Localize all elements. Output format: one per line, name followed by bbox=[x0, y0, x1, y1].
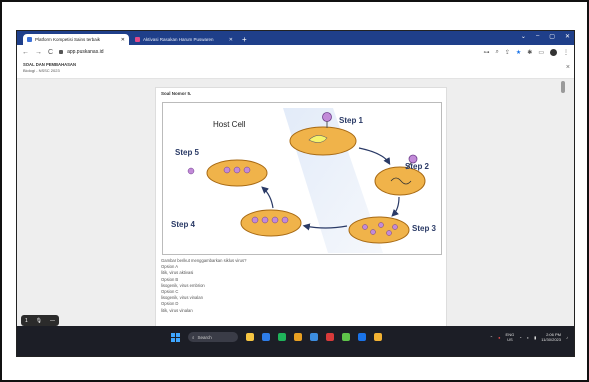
windows-taskbar: ⌕ Search ⌃ ● ENG US ◔ ◖ ▮ 2:06 PM 11/30/… bbox=[17, 326, 574, 356]
reload-button[interactable]: C bbox=[48, 49, 53, 56]
question-card: Soal Nomor 5. Host Cell Step 1 Step 2 St… bbox=[155, 87, 447, 332]
chrome-app-icon[interactable] bbox=[278, 333, 286, 341]
step-4-label: Step 4 bbox=[171, 220, 196, 229]
tab-close-icon[interactable]: ✕ bbox=[121, 37, 125, 43]
search-icon: ⌕ bbox=[192, 334, 195, 340]
phage-icon bbox=[322, 112, 332, 122]
cycle-arrow bbox=[358, 147, 391, 166]
step-2-label: Step 2 bbox=[405, 162, 430, 171]
language-indicator[interactable]: ENG US bbox=[506, 332, 515, 342]
browser-tab-strip: Platform Kompetisi Sains terbaik ✕ Aktiv… bbox=[17, 31, 574, 45]
cell-step-3 bbox=[348, 216, 410, 244]
profile-avatar[interactable] bbox=[550, 48, 557, 56]
cell-step-4 bbox=[240, 209, 302, 237]
close-icon[interactable]: × bbox=[566, 64, 570, 71]
taskbar-search[interactable]: ⌕ Search bbox=[188, 332, 238, 342]
minimize-button[interactable]: – bbox=[536, 33, 539, 40]
toolbar-actions: ⊶ ⌕ ⇪ ★ ✱ ▭ ⋮ bbox=[484, 48, 569, 56]
page-indicator: 1 bbox=[24, 317, 28, 324]
tab-favicon bbox=[135, 37, 140, 42]
notification-bell-icon[interactable]: ♪ bbox=[566, 335, 568, 340]
tray-app-icon[interactable]: ● bbox=[498, 335, 500, 340]
step-3-label: Step 3 bbox=[412, 224, 437, 233]
chevron-up-icon[interactable]: ⌃ bbox=[490, 335, 493, 340]
virus-cycle-diagram: Host Cell Step 1 Step 2 Step 3 Step 4 St… bbox=[162, 102, 442, 255]
diagram-svg: Host Cell Step 1 Step 2 Step 3 Step 4 St… bbox=[171, 108, 437, 253]
step-1-label: Step 1 bbox=[339, 116, 364, 125]
scrollbar-thumb[interactable] bbox=[561, 81, 565, 93]
battery-icon[interactable]: ▮ bbox=[534, 335, 536, 340]
task-view-icon[interactable] bbox=[262, 333, 270, 341]
minimize-toolbar-button[interactable]: — bbox=[50, 318, 55, 324]
widgets-icon[interactable] bbox=[246, 333, 254, 341]
maximize-button[interactable]: ▢ bbox=[549, 33, 555, 40]
page-header: SOAL DAN PEMBAHASAN Biologi - NSSC 2023 … bbox=[17, 59, 574, 79]
cycle-arrow bbox=[391, 196, 400, 217]
menu-kebab-icon[interactable]: ⋮ bbox=[563, 49, 569, 56]
microphone-icon[interactable]: 🎙 bbox=[36, 318, 42, 324]
forward-button[interactable]: → bbox=[35, 49, 42, 56]
sidebar-icon[interactable]: ▭ bbox=[538, 49, 544, 56]
question-title: Soal Nomor 5. bbox=[161, 91, 192, 96]
tab-search-icon[interactable]: ⌄ bbox=[521, 33, 526, 40]
taskbar-apps: ⌕ Search bbox=[171, 332, 382, 342]
browser-tab-active[interactable]: Platform Kompetisi Sains terbaik ✕ bbox=[23, 34, 129, 45]
volume-icon[interactable]: ◖ bbox=[527, 335, 529, 340]
share-icon[interactable]: ⇪ bbox=[505, 49, 510, 56]
zoom-icon[interactable]: ⌕ bbox=[496, 49, 499, 56]
screenshot-frame: Platform Kompetisi Sains terbaik ✕ Aktiv… bbox=[16, 30, 575, 357]
clock-date: 11/30/2023 bbox=[541, 337, 561, 342]
browser-tab[interactable]: Aktivasi Rasakan Harum Puswaren ✕ bbox=[131, 34, 237, 45]
url-text: app.puskanas.id bbox=[67, 49, 104, 55]
question-text: Gambar berikut menggambarkan siklus viru… bbox=[161, 258, 246, 314]
page-subtitle: Biologi - NSSC 2023 bbox=[23, 68, 60, 73]
app-icon[interactable] bbox=[374, 333, 382, 341]
step-5-label: Step 5 bbox=[175, 148, 200, 157]
window-controls: ⌄ – ▢ ✕ bbox=[521, 33, 570, 40]
system-tray: ⌃ ● ENG US ◔ ◖ ▮ 2:06 PM 11/30/2023 ♪ bbox=[490, 332, 568, 342]
edge-app-icon[interactable] bbox=[310, 333, 318, 341]
tab-favicon bbox=[27, 37, 32, 42]
document-viewer: Soal Nomor 5. Host Cell Step 1 Step 2 St… bbox=[17, 79, 574, 332]
page-title: SOAL DAN PEMBAHASAN bbox=[23, 62, 76, 67]
extensions-icon[interactable]: ✱ bbox=[527, 49, 532, 56]
option-text: litik, virus vinalan bbox=[161, 307, 193, 313]
file-explorer-icon[interactable] bbox=[294, 333, 302, 341]
app-icon[interactable] bbox=[326, 333, 334, 341]
app-icon[interactable] bbox=[342, 333, 350, 341]
browser-toolbar: ← → C app.puskanas.id ⊶ ⌕ ⇪ ★ ✱ ▭ ⋮ bbox=[17, 45, 574, 59]
vertical-scrollbar[interactable] bbox=[560, 81, 566, 324]
search-placeholder: Search bbox=[197, 334, 212, 340]
new-tab-button[interactable]: + bbox=[242, 34, 247, 45]
close-window-button[interactable]: ✕ bbox=[565, 33, 570, 40]
cycle-arrow bbox=[261, 186, 274, 209]
back-button[interactable]: ← bbox=[22, 49, 29, 56]
region-code: US bbox=[507, 337, 513, 342]
tab-close-icon[interactable]: ✕ bbox=[229, 37, 233, 43]
wifi-icon[interactable]: ◔ bbox=[519, 335, 521, 340]
tab-title: Aktivasi Rasakan Harum Puswaren bbox=[143, 37, 214, 42]
address-bar[interactable]: app.puskanas.id bbox=[59, 49, 439, 55]
clock[interactable]: 2:06 PM 11/30/2023 bbox=[541, 332, 561, 342]
cell-step-2 bbox=[374, 166, 426, 196]
floating-toolbar: 1 🎙 — bbox=[21, 315, 59, 326]
host-cell-label: Host Cell bbox=[213, 120, 246, 129]
windows-start-icon[interactable] bbox=[171, 332, 180, 342]
key-icon[interactable]: ⊶ bbox=[484, 49, 490, 56]
tab-title: Platform Kompetisi Sains terbaik bbox=[35, 37, 101, 42]
bookmark-star-icon[interactable]: ★ bbox=[516, 49, 521, 56]
lock-icon bbox=[59, 50, 64, 54]
app-icon[interactable] bbox=[358, 333, 366, 341]
